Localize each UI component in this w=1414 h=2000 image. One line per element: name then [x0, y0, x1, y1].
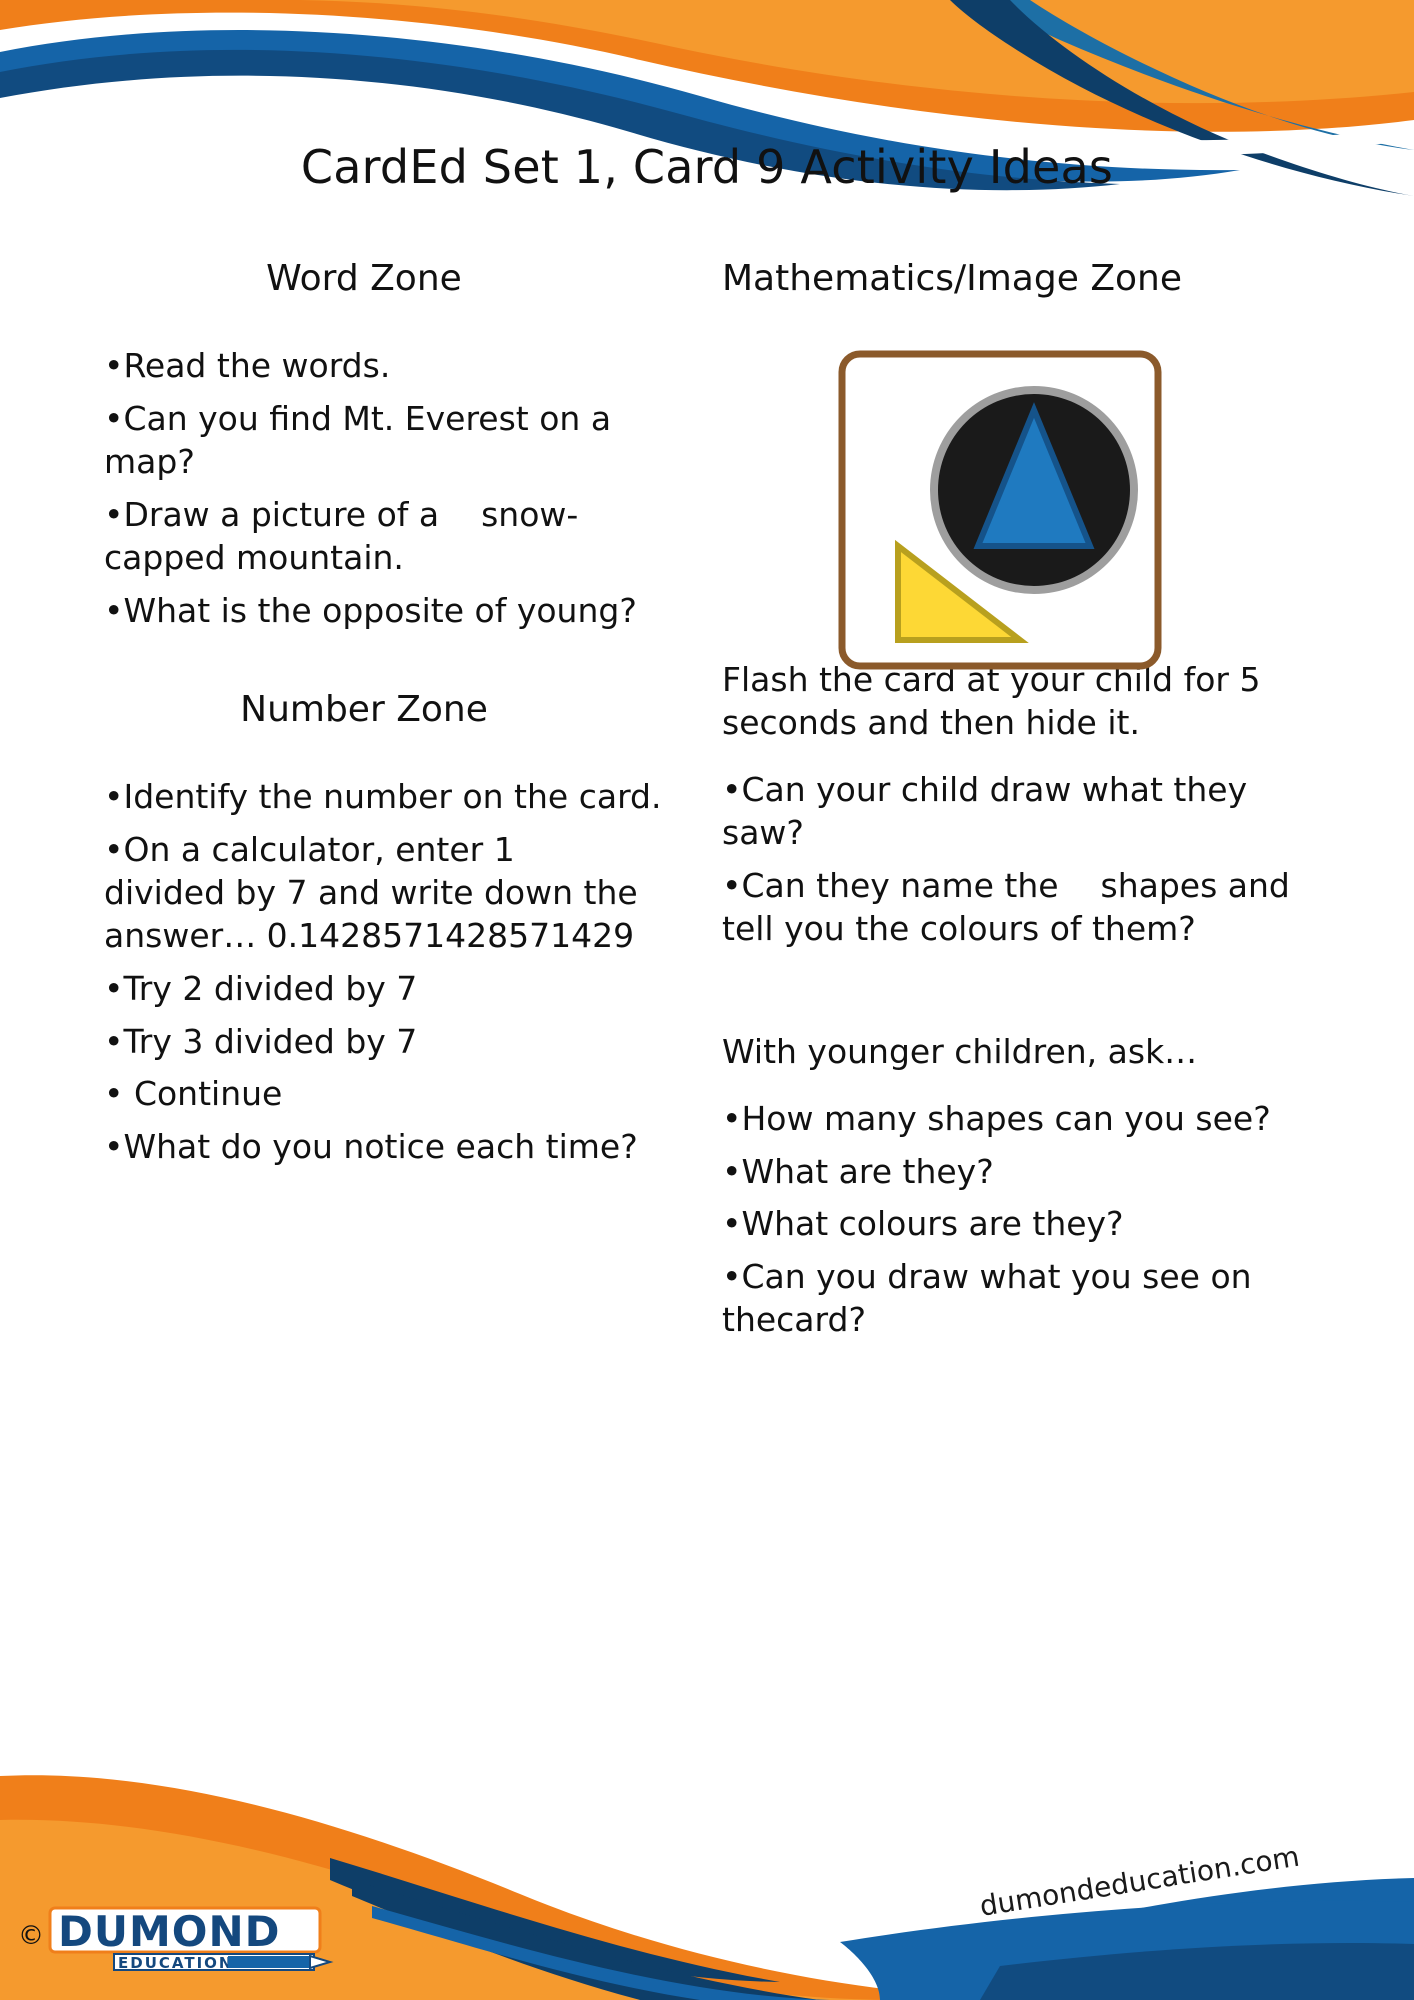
number-zone-heading: Number Zone	[240, 688, 488, 730]
list-item: • Continue	[104, 1074, 283, 1114]
list-item: •Can your child draw what they saw?	[722, 770, 1258, 853]
mathematics-image-zone-heading: Mathematics/Image Zone	[722, 258, 1182, 299]
logo-subtitle: EDUCATION	[118, 1954, 233, 1972]
copyright-symbol: ©	[18, 1921, 44, 1951]
younger-children-intro: With younger children, ask…	[722, 1031, 1198, 1071]
svg-text:DUMOND: DUMOND	[58, 1907, 280, 1956]
list-item: •What colours are they?	[722, 1204, 1124, 1244]
word-zone-bullet-list: •Read the words. •Can you find Mt. Evere…	[104, 345, 664, 632]
website-url-watermark: dumondeducation.com	[977, 1839, 1302, 1923]
list-item: •On a calculator, enter 1 divided by 7 a…	[104, 830, 649, 955]
header-decoration-graphic	[0, 0, 1414, 196]
younger-children-bullet-list: •How many shapes can you see? •What are …	[722, 1098, 1322, 1342]
worksheet-page: CardEd Set 1, Card 9 Activity Ideas Word…	[0, 0, 1414, 2000]
list-item: •Try 2 divided by 7	[104, 968, 418, 1008]
list-item: •What are they?	[722, 1151, 994, 1191]
list-item: •Can they name the shapes and tell you t…	[722, 865, 1301, 948]
logo-wordmark: DUMOND	[48, 1906, 322, 1956]
list-item: •Read the words.	[104, 346, 391, 386]
list-item: •How many shapes can you see?	[722, 1098, 1271, 1138]
list-item: •Try 3 divided by 7	[104, 1021, 418, 1061]
page-title: CardEd Set 1, Card 9 Activity Ideas	[300, 140, 1114, 194]
word-and-number-zone-column: Word Zone •Read the words. •Can you find…	[104, 258, 664, 1179]
number-zone-bullet-list: •Identify the number on the card. •On a …	[104, 776, 664, 1169]
math-zone-bullet-list: •Can your child draw what they saw? •Can…	[722, 769, 1322, 951]
list-item: •Can you find Mt. Everest on a map?	[104, 399, 622, 482]
word-zone-heading: Word Zone	[266, 258, 462, 299]
list-item: •What do you notice each time?	[104, 1127, 638, 1167]
flash-card-illustration	[838, 350, 1162, 670]
list-item: •Draw a picture of a snow-capped mountai…	[104, 495, 579, 577]
list-item: •Identify the number on the card.	[104, 777, 662, 817]
dumond-education-logo: © DUMOND EDUCATION	[18, 1906, 334, 1972]
logo-pencil-graphic: EDUCATION	[113, 1953, 334, 1972]
flash-card-instruction: Flash the card at your child for 5 secon…	[722, 660, 1261, 743]
list-item: •What is the opposite of young?	[104, 590, 637, 630]
list-item: •Can you draw what you see on thecard?	[722, 1257, 1263, 1340]
